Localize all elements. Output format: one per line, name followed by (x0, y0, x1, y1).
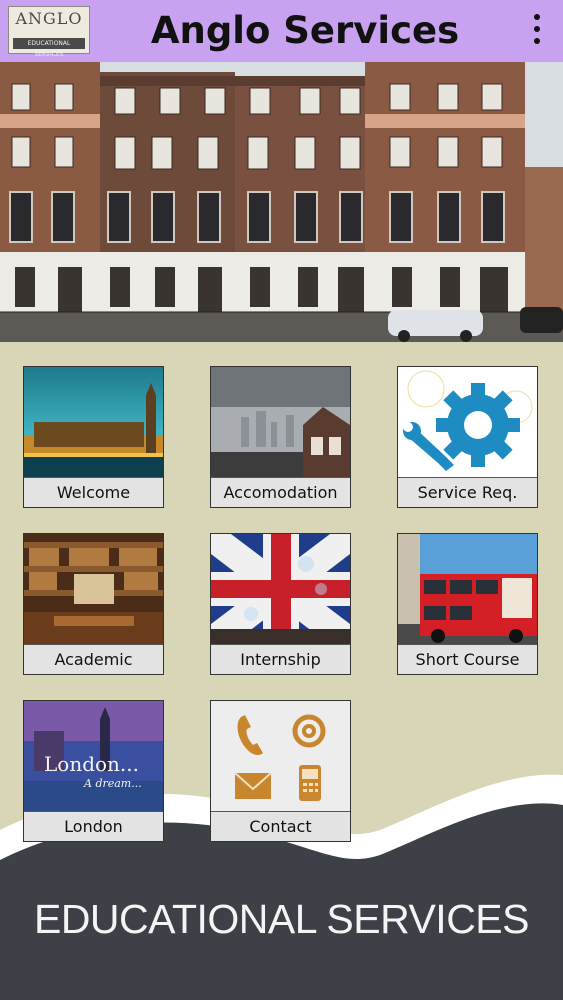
contact-icons (211, 701, 350, 812)
hero-building-photo (0, 62, 563, 342)
tile-contact[interactable]: Contact (210, 700, 351, 842)
tile-service-request[interactable]: Service Req. (397, 366, 538, 508)
tile-label: London (24, 811, 163, 841)
logo-wordmark: ANGLO (15, 9, 83, 28)
tile-label: Internship (211, 644, 350, 674)
london-overlay-title: London... (44, 752, 139, 776)
tile-label: Short Course (398, 644, 537, 674)
logo-tagline: EDUCATIONAL SERVICES (13, 38, 85, 58)
academic-image (24, 534, 163, 645)
app-header: ANGLO EDUCATIONAL SERVICES Anglo Service… (0, 0, 563, 63)
at-sign-icon (292, 714, 326, 748)
welcome-image (24, 367, 163, 478)
tile-internship[interactable]: Internship (210, 533, 351, 675)
more-vertical-icon[interactable] (527, 12, 547, 46)
tile-label: Welcome (24, 477, 163, 507)
tile-label: Service Req. (398, 477, 537, 507)
tile-london[interactable]: London... A dream... London (23, 700, 164, 842)
tile-accomodation[interactable]: Accomodation (210, 366, 351, 508)
footer-title: EDUCATIONAL SERVICES (33, 896, 530, 942)
accomodation-image (211, 367, 350, 478)
london-dream-image: London... A dream... (24, 701, 163, 812)
mobile-phone-icon (299, 765, 321, 801)
phone-icon (237, 715, 263, 755)
gear-wrench-icon (398, 367, 537, 478)
london-overlay-sub: A dream... (83, 777, 142, 790)
tile-welcome[interactable]: Welcome (23, 366, 164, 508)
tile-label: Academic (24, 644, 163, 674)
tile-academic[interactable]: Academic (23, 533, 164, 675)
tile-short-course[interactable]: Short Course (397, 533, 538, 675)
tile-label: Accomodation (211, 477, 350, 507)
tile-label: Contact (211, 811, 350, 841)
red-bus-image (398, 534, 537, 645)
anglo-logo[interactable]: ANGLO EDUCATIONAL SERVICES (8, 6, 90, 58)
union-jack-image (211, 534, 350, 645)
page-title: Anglo Services (150, 9, 460, 52)
envelope-icon (234, 772, 272, 799)
